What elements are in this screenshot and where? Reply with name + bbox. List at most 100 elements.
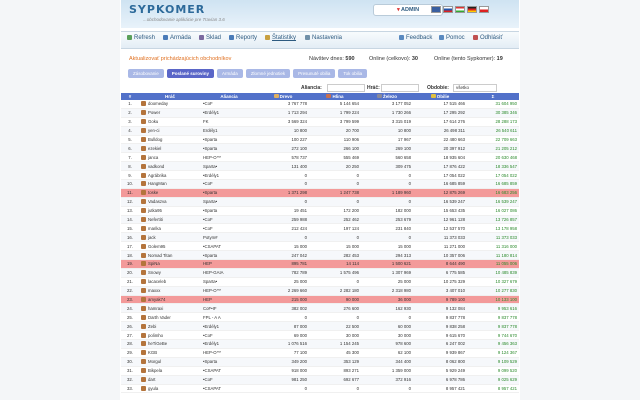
alliance-cell[interactable]: HEP-GAIA: [201, 268, 257, 278]
player-cell[interactable]: amyak74: [139, 295, 201, 305]
player-name[interactable]: Vadaszva: [148, 199, 167, 204]
player-cell[interactable]: dart: [139, 375, 201, 385]
player-name[interactable]: jutka95: [148, 208, 162, 213]
alliance-select[interactable]: [327, 84, 365, 92]
player-name[interactable]: marika: [148, 226, 161, 231]
player-name[interactable]: Power: [148, 110, 160, 115]
alliance-cell[interactable]: •CoF: [201, 223, 257, 234]
alliance-cell[interactable]: •Sparta: [201, 250, 257, 261]
col-total[interactable]: Σ: [467, 93, 519, 100]
tab-sent-resources[interactable]: Poslané suroviny: [166, 69, 215, 78]
alliance-cell[interactable]: •CoF: [201, 100, 257, 109]
col-player[interactable]: Hráč: [139, 93, 201, 100]
player-cell[interactable]: Golem95: [139, 241, 201, 252]
update-traders-link[interactable]: Aktualizovať prichádzajúcich obchodníkov: [129, 56, 231, 62]
alliance-cell[interactable]: HEP-O™: [201, 286, 257, 296]
player-cell[interactable]: yen-ci: [139, 126, 201, 136]
alliance-cell[interactable]: •Sparta: [201, 143, 257, 154]
alliance-cell[interactable]: •Sparta: [201, 135, 257, 145]
nav-logout[interactable]: Odhlásiť: [473, 35, 503, 41]
tab-supply[interactable]: Zásobovanie: [128, 69, 164, 78]
player-name[interactable]: dart: [148, 377, 155, 382]
col-clay[interactable]: Hlina: [309, 93, 361, 100]
nav-warehouse[interactable]: Sklad: [199, 35, 221, 41]
player-cell[interactable]: jutka95: [139, 206, 201, 216]
player-cell[interactable]: SpiNa: [139, 259, 201, 269]
player-name[interactable]: Agrábrika: [148, 173, 166, 178]
alliance-cell[interactable]: •Sparta: [201, 188, 257, 198]
player-cell[interactable]: Morgul: [139, 357, 201, 367]
player-cell[interactable]: heTiGeBe: [139, 339, 201, 349]
flag-de-icon[interactable]: [467, 6, 477, 13]
player-name[interactable]: polimho: [148, 333, 163, 338]
flag-en-icon[interactable]: [431, 6, 441, 13]
alliance-cell[interactable]: Sparta•: [201, 197, 257, 207]
alliance-cell[interactable]: •Erdély1: [201, 321, 257, 332]
player-name[interactable]: Goku: [148, 119, 158, 124]
flag-sk-icon[interactable]: [443, 6, 453, 13]
player-cell[interactable]: jack: [139, 232, 201, 243]
player-name[interactable]: doomeday: [148, 101, 168, 106]
alliance-cell[interactable]: HEP: [201, 259, 257, 269]
player-cell[interactable]: KGB: [139, 348, 201, 358]
player-name[interactable]: heTiGeBe: [148, 341, 167, 346]
alliance-cell[interactable]: Sparta•: [201, 161, 257, 172]
player-cell[interactable]: Bulldog: [139, 135, 201, 145]
player-cell[interactable]: Darth Vader: [139, 312, 201, 323]
alliance-cell[interactable]: FPL - A A: [201, 312, 257, 323]
player-cell[interactable]: Bikpela: [139, 366, 201, 376]
player-name[interactable]: Zebi: [148, 324, 156, 329]
player-cell[interactable]: Agrábrika: [139, 170, 201, 181]
alliance-cell[interactable]: •Sparta: [201, 357, 257, 367]
player-name[interactable]: Nefertiti: [148, 217, 163, 222]
alliance-cell[interactable]: •Sparta: [201, 206, 257, 216]
tab-lost-units[interactable]: Zlomné jednotiek: [245, 69, 291, 78]
alliance-cell[interactable]: CoF•IF: [201, 303, 257, 314]
player-name[interactable]: Darth Vader: [148, 315, 171, 320]
col-wood[interactable]: Drevo: [257, 93, 309, 100]
player-cell[interactable]: toske: [139, 188, 201, 198]
player-name[interactable]: jack: [148, 235, 156, 240]
alliance-cell[interactable]: Sparta•: [201, 277, 257, 287]
alliance-cell[interactable]: •CoF: [201, 215, 257, 225]
player-cell[interactable]: Goku: [139, 117, 201, 127]
player-select[interactable]: [381, 84, 419, 92]
alliance-cell[interactable]: •Erdély1: [201, 170, 257, 181]
alliance-cell[interactable]: Potym#: [201, 232, 257, 243]
player-name[interactable]: HangMan: [148, 181, 167, 186]
col-iron[interactable]: Železo: [361, 93, 413, 100]
nav-reports[interactable]: Reporty: [229, 35, 257, 41]
player-name[interactable]: KGB: [148, 350, 157, 355]
player-name[interactable]: Morgul: [148, 359, 161, 364]
player-cell[interactable]: maxxx: [139, 286, 201, 296]
player-cell[interactable]: janca: [139, 152, 201, 163]
player-name[interactable]: gyula: [148, 386, 158, 391]
alliance-cell[interactable]: •CoF: [201, 179, 257, 189]
player-cell[interactable]: Snowy: [139, 268, 201, 278]
flag-hu-icon[interactable]: [455, 6, 465, 13]
col-alliance[interactable]: Aliancia: [201, 93, 257, 100]
flag-cz-icon[interactable]: [479, 6, 489, 13]
player-cell[interactable]: marika: [139, 223, 201, 234]
alliance-cell[interactable]: HEP-O™: [201, 348, 257, 358]
player-cell[interactable]: Nomad Titan: [139, 250, 201, 261]
alliance-cell[interactable]: HEP-O™: [201, 152, 257, 163]
nav-feedback[interactable]: Feedback: [399, 35, 432, 41]
period-select[interactable]: všetko: [453, 84, 497, 92]
player-cell[interactable]: doomeday: [139, 100, 201, 109]
player-name[interactable]: Snowy: [148, 270, 161, 275]
player-name[interactable]: yen-ci: [148, 128, 159, 133]
player-cell[interactable]: Zebi: [139, 321, 201, 332]
player-cell[interactable]: Power: [139, 108, 201, 118]
alliance-cell[interactable]: •CoF: [201, 375, 257, 385]
nav-settings[interactable]: Nastavenia: [305, 35, 342, 41]
player-name[interactable]: hamraxi: [148, 306, 163, 311]
alliance-cell[interactable]: FK: [201, 117, 257, 127]
player-cell[interactable]: hamraxi: [139, 303, 201, 314]
col-crop[interactable]: Obilie: [413, 93, 467, 100]
player-name[interactable]: toske: [148, 190, 158, 195]
alliance-cell[interactable]: HEP: [201, 295, 257, 305]
col-rank[interactable]: #: [121, 93, 139, 100]
player-name[interactable]: Golem95: [148, 244, 165, 249]
player-cell[interactable]: HangMan: [139, 179, 201, 189]
